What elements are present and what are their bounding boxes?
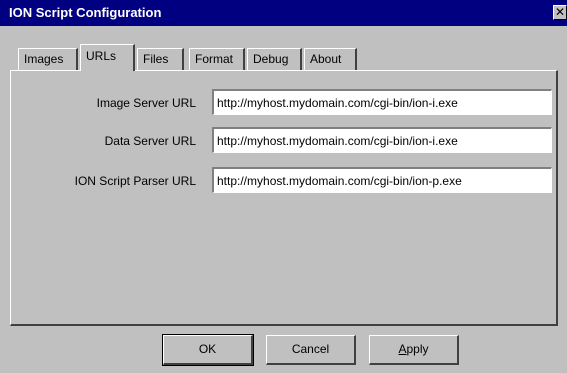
image-server-url-label: Image Server URL	[96, 96, 196, 110]
apply-button[interactable]: Apply	[369, 335, 459, 365]
data-server-url-input[interactable]	[212, 127, 552, 153]
window-title: ION Script Configuration	[9, 5, 162, 20]
tab-about[interactable]: About	[304, 48, 357, 70]
cancel-button[interactable]: Cancel	[266, 335, 356, 365]
data-server-url-label: Data Server URL	[104, 134, 196, 148]
script-parser-url-input[interactable]	[212, 167, 552, 193]
config-dialog: ION Script Configuration ✕ Images URLs F…	[0, 0, 567, 373]
tab-images[interactable]: Images	[18, 48, 78, 70]
tab-files[interactable]: Files	[137, 48, 184, 70]
tab-urls[interactable]: URLs	[80, 44, 135, 71]
title-bar[interactable]: ION Script Configuration ✕	[0, 0, 567, 26]
tab-format[interactable]: Format	[189, 48, 245, 70]
close-icon[interactable]: ✕	[553, 5, 567, 20]
ok-button[interactable]: OK	[162, 334, 254, 366]
image-server-url-input[interactable]	[212, 89, 552, 115]
script-parser-url-label: ION Script Parser URL	[74, 174, 196, 188]
tab-debug[interactable]: Debug	[247, 48, 302, 70]
